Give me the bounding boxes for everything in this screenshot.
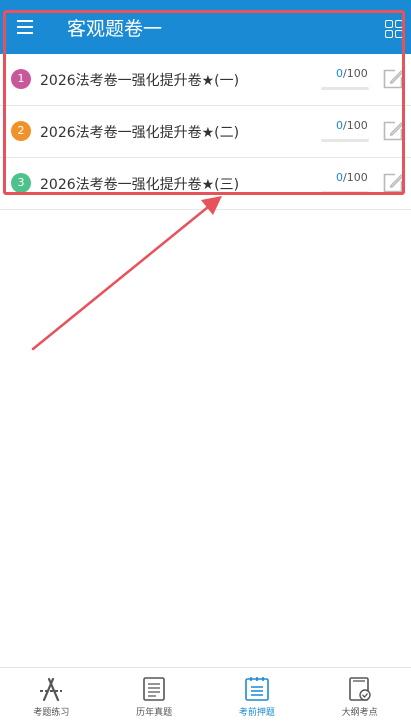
tab-past-exams[interactable]: 历年真题 (103, 668, 206, 721)
exam-title: 2026法考卷一强化提升卷★(三) (40, 177, 240, 193)
practice-icon (40, 677, 63, 702)
score-total: /100 (343, 67, 368, 80)
bottom-tab-bar: 考题练习 历年真题 考前押题 大纲考点 (0, 667, 411, 721)
grid-view-icon[interactable] (385, 20, 403, 38)
tab-label: 历年真题 (136, 708, 173, 718)
app-header: 客观题卷一 (0, 0, 411, 54)
exam-row-3[interactable]: 3 2026法考卷一强化提升卷★(三) 0/100 (0, 158, 411, 210)
tab-label: 考前押题 (238, 708, 275, 718)
score-total: /100 (343, 171, 368, 184)
score-done: 0 (336, 67, 343, 80)
syllabus-icon (348, 677, 371, 701)
exam-list: 1 2026法考卷一强化提升卷★(一) 0/100 2 2026法考卷一强化提升… (0, 54, 411, 210)
exam-number-badge: 3 (11, 173, 31, 193)
tab-practice[interactable]: 考题练习 (0, 668, 103, 721)
page-title: 客观题卷一 (67, 18, 163, 40)
exam-progress-bar (321, 139, 369, 142)
score-done: 0 (336, 119, 343, 132)
edit-icon[interactable] (382, 68, 404, 90)
exam-progress-bar (321, 87, 369, 90)
exam-score: 0/100 (336, 171, 368, 184)
tab-prediction[interactable]: 考前押题 (206, 668, 309, 721)
exam-progress-bar (321, 191, 369, 194)
exam-number-badge: 2 (11, 121, 31, 141)
tab-label: 考题练习 (33, 708, 70, 718)
edit-icon[interactable] (382, 172, 404, 194)
past-exams-icon (143, 677, 165, 701)
exam-title: 2026法考卷一强化提升卷★(二) (40, 125, 240, 141)
score-done: 0 (336, 171, 343, 184)
exam-row-1[interactable]: 1 2026法考卷一强化提升卷★(一) 0/100 (0, 54, 411, 106)
prediction-icon (245, 677, 269, 701)
exam-row-2[interactable]: 2 2026法考卷一强化提升卷★(二) 0/100 (0, 106, 411, 158)
menu-icon[interactable] (17, 20, 33, 34)
exam-score: 0/100 (336, 67, 368, 80)
tab-syllabus[interactable]: 大纲考点 (308, 668, 411, 721)
exam-title: 2026法考卷一强化提升卷★(一) (40, 73, 240, 89)
score-total: /100 (343, 119, 368, 132)
tab-label: 大纲考点 (341, 708, 378, 718)
edit-icon[interactable] (382, 120, 404, 142)
exam-score: 0/100 (336, 119, 368, 132)
exam-number-badge: 1 (11, 69, 31, 89)
